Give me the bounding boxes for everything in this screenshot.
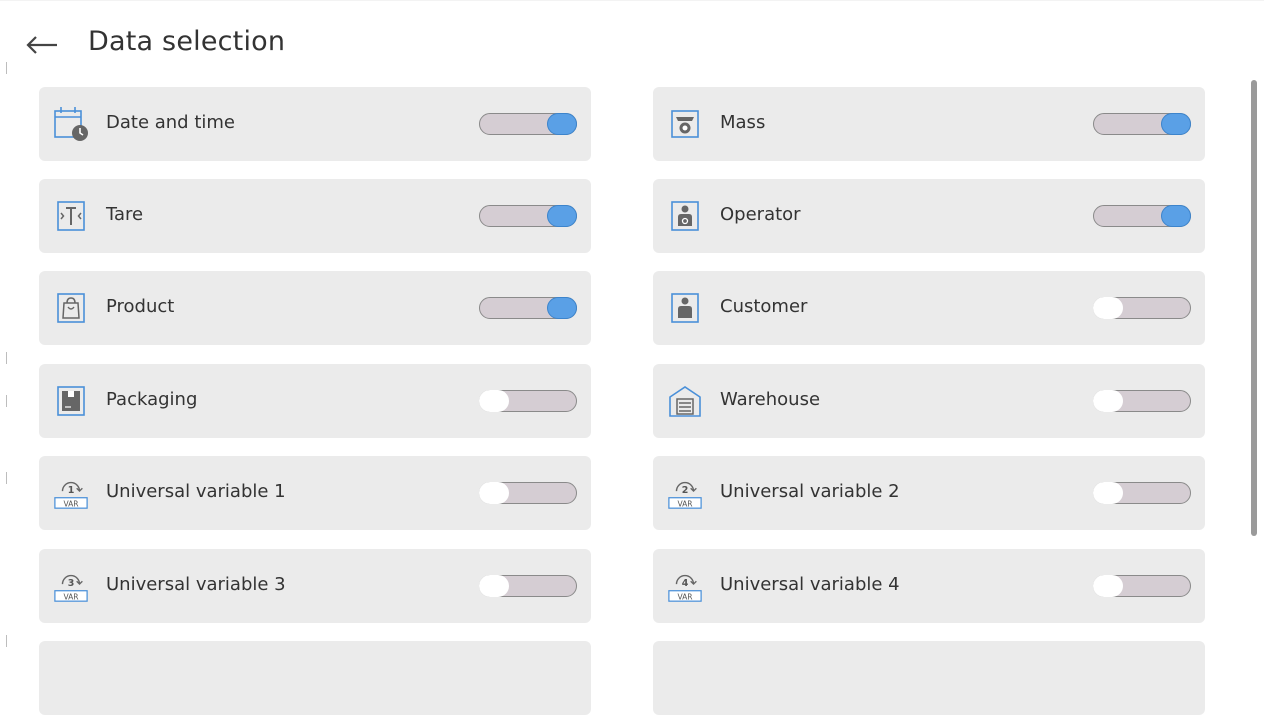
warehouse-icon	[667, 383, 703, 419]
list-item-label: Packaging	[106, 389, 198, 410]
list-item-universal-variable-2[interactable]: 2 VAR Universal variable 2	[653, 456, 1205, 530]
list-item-label: Mass	[720, 112, 766, 133]
list-item-universal-variable-1[interactable]: 1 VAR Universal variable 1	[39, 456, 591, 530]
var-tag: VAR	[63, 499, 79, 508]
toggle-knob	[1093, 297, 1123, 319]
toggle-knob	[1161, 205, 1191, 227]
universal-variable-2-toggle[interactable]	[1093, 482, 1191, 504]
edge-marker	[6, 635, 7, 647]
list-item-label: Universal variable 2	[720, 481, 900, 502]
toggle-knob	[479, 390, 509, 412]
list-item-date-and-time[interactable]: Date and time	[39, 87, 591, 161]
edge-marker	[6, 352, 7, 364]
list-item-customer[interactable]: Customer	[653, 271, 1205, 345]
var-tag: VAR	[677, 499, 693, 508]
product-toggle[interactable]	[479, 297, 577, 319]
variable-2-icon: 2 VAR	[667, 475, 703, 511]
list-item-label: Universal variable 4	[720, 574, 900, 595]
edge-marker	[6, 62, 7, 74]
scrollbar[interactable]	[1251, 80, 1257, 536]
packaging-icon	[53, 383, 89, 419]
list-item-mass[interactable]: Mass	[653, 87, 1205, 161]
list-item-label: Universal variable 1	[106, 481, 286, 502]
variable-1-icon: 1 VAR	[53, 475, 89, 511]
variable-4-icon: 4 VAR	[667, 568, 703, 604]
toggle-knob	[479, 575, 509, 597]
var-tag: VAR	[63, 592, 79, 601]
list-item-universal-variable-4[interactable]: 4 VAR Universal variable 4	[653, 549, 1205, 623]
var-tag: VAR	[677, 592, 693, 601]
toggle-knob	[1093, 575, 1123, 597]
toggle-knob	[1093, 390, 1123, 412]
product-bag-icon	[53, 290, 89, 326]
tare-icon	[53, 198, 89, 234]
universal-variable-1-toggle[interactable]	[479, 482, 577, 504]
list-item-tare[interactable]: Tare	[39, 179, 591, 253]
list-item-label: Customer	[720, 296, 808, 317]
list-item-label: Tare	[106, 204, 144, 225]
list-item-packaging[interactable]: Packaging	[39, 364, 591, 438]
toggle-knob	[1161, 113, 1191, 135]
list-item-label: Product	[106, 296, 175, 317]
list-item-partial[interactable]	[39, 641, 591, 715]
warehouse-toggle[interactable]	[1093, 390, 1191, 412]
toggle-knob	[479, 482, 509, 504]
list-item-partial[interactable]	[653, 641, 1205, 715]
customer-icon	[667, 290, 703, 326]
edge-marker	[6, 472, 7, 484]
universal-variable-4-toggle[interactable]	[1093, 575, 1191, 597]
scale-icon	[667, 106, 703, 142]
variable-3-icon: 3 VAR	[53, 568, 89, 604]
var-number: 2	[682, 485, 689, 496]
list-item-product[interactable]: Product	[39, 271, 591, 345]
list-item-universal-variable-3[interactable]: 3 VAR Universal variable 3	[39, 549, 591, 623]
toggle-knob	[547, 113, 577, 135]
data-selection-list: Date and time Mass Tare Operator Product…	[0, 0, 1240, 715]
customer-toggle[interactable]	[1093, 297, 1191, 319]
calendar-clock-icon	[53, 106, 89, 142]
packaging-toggle[interactable]	[479, 390, 577, 412]
operator-icon	[667, 198, 703, 234]
operator-toggle[interactable]	[1093, 205, 1191, 227]
toggle-knob	[1093, 482, 1123, 504]
var-number: 4	[682, 578, 689, 589]
list-item-label: Universal variable 3	[106, 574, 286, 595]
list-item-label: Operator	[720, 204, 801, 225]
toggle-knob	[547, 205, 577, 227]
var-number: 3	[68, 578, 75, 589]
edge-marker	[6, 395, 7, 407]
var-number: 1	[68, 485, 75, 496]
universal-variable-3-toggle[interactable]	[479, 575, 577, 597]
toggle-knob	[547, 297, 577, 319]
date-and-time-toggle[interactable]	[479, 113, 577, 135]
list-item-label: Date and time	[106, 112, 235, 133]
list-item-operator[interactable]: Operator	[653, 179, 1205, 253]
mass-toggle[interactable]	[1093, 113, 1191, 135]
list-item-label: Warehouse	[720, 389, 821, 410]
list-item-warehouse[interactable]: Warehouse	[653, 364, 1205, 438]
tare-toggle[interactable]	[479, 205, 577, 227]
